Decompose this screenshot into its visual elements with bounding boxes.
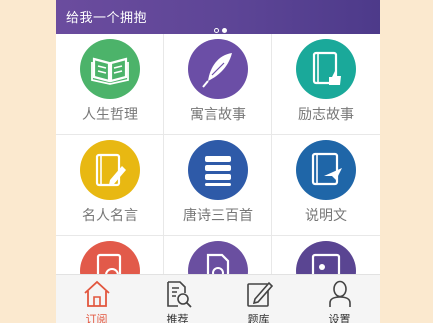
book-plane-icon xyxy=(296,140,356,200)
pagination-dot[interactable] xyxy=(214,28,219,33)
home-icon xyxy=(84,280,110,307)
tab-question-bank[interactable]: 题库 xyxy=(218,275,299,323)
tab-label: 设置 xyxy=(328,313,351,323)
banner-title: 给我一个拥抱 xyxy=(66,11,148,26)
bottom-tab-bar: 订阅 推荐 题库 设置 xyxy=(56,274,380,323)
category-label: 寓言故事 xyxy=(190,107,246,123)
tab-label: 推荐 xyxy=(166,313,189,323)
open-book-icon xyxy=(80,39,140,99)
category-label: 励志故事 xyxy=(298,107,354,123)
category-grid: 人生哲理 寓言故事 励志故事 名人名言 唐诗三百首 说明文 xyxy=(56,34,380,323)
user-icon xyxy=(329,280,351,307)
feather-icon xyxy=(188,39,248,99)
category-item-fables[interactable]: 寓言故事 xyxy=(164,34,272,135)
document-search-icon xyxy=(167,281,192,308)
pagination-dot-active[interactable] xyxy=(222,28,227,33)
book-stack-icon xyxy=(188,140,248,200)
category-label: 唐诗三百首 xyxy=(183,208,253,224)
book-thumbs-up-icon xyxy=(296,39,356,99)
edit-icon xyxy=(247,281,273,307)
category-item-tang-poems[interactable]: 唐诗三百首 xyxy=(164,135,272,236)
category-item-expository[interactable]: 说明文 xyxy=(272,135,380,236)
tab-label: 订阅 xyxy=(85,313,108,323)
tab-label: 题库 xyxy=(247,313,270,323)
category-label: 名人名言 xyxy=(82,208,138,224)
tab-settings[interactable]: 设置 xyxy=(299,275,380,323)
book-pen-icon xyxy=(80,140,140,200)
tab-recommend[interactable]: 推荐 xyxy=(137,275,218,323)
category-item-famous-quotes[interactable]: 名人名言 xyxy=(56,135,164,236)
category-label: 说明文 xyxy=(305,208,347,224)
category-item-inspiration[interactable]: 励志故事 xyxy=(272,34,380,135)
category-label: 人生哲理 xyxy=(82,107,138,123)
app-screen: 给我一个拥抱 人生哲理 寓言故事 励志故事 名人名言 唐诗三百首 说明文 订阅 … xyxy=(56,0,380,323)
category-item-life-philosophy[interactable]: 人生哲理 xyxy=(56,34,164,135)
tab-subscribe[interactable]: 订阅 xyxy=(56,275,137,323)
banner[interactable]: 给我一个拥抱 xyxy=(56,0,380,34)
